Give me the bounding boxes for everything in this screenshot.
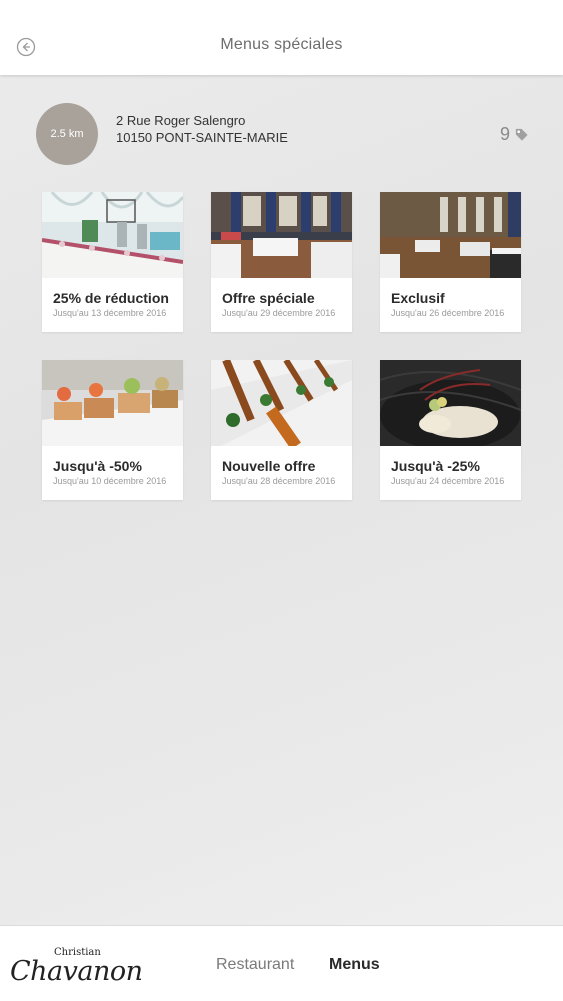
offer-card-2[interactable]: Offre spéciale Jusqu'au 29 décembre 2016	[211, 192, 352, 332]
offer-title: Jusqu'à -50%	[53, 458, 142, 474]
offers-count-value: 9	[499, 124, 510, 144]
shrimp-appetizer-photo	[42, 360, 183, 446]
canape-plate-photo	[211, 360, 352, 446]
offer-date: Jusqu'au 13 décembre 2016	[53, 308, 167, 318]
offer-title: Offre spéciale	[222, 290, 315, 306]
offer-card-3[interactable]: Exclusif Jusqu'au 26 décembre 2016	[380, 192, 521, 332]
offer-card-6[interactable]: Jusqu'à -25% Jusqu'au 24 décembre 2016	[380, 360, 521, 500]
bottom-nav-bar: Christian Chavanon Restaurant Menus	[0, 925, 563, 1001]
reception-hall-photo	[211, 192, 352, 278]
top-bar: Menus spéciales	[0, 0, 563, 75]
address-city: 10150 PONT-SAINTE-MARIE	[116, 130, 288, 145]
banquet-table-photo	[42, 192, 183, 278]
offer-title: Exclusif	[391, 290, 445, 306]
offers-count[interactable]: 9	[500, 124, 529, 145]
offer-title: Jusqu'à -25%	[391, 458, 480, 474]
page-title: Menus spéciales	[220, 36, 343, 53]
distance-badge: 2.5 km	[36, 103, 98, 165]
offer-card-1[interactable]: 25% de réduction Jusqu'au 13 décembre 20…	[42, 192, 183, 332]
offer-title: Nouvelle offre	[222, 458, 316, 474]
offer-date: Jusqu'au 24 décembre 2016	[391, 476, 505, 486]
tag-icon	[515, 128, 528, 141]
tab-menus[interactable]: Menus	[329, 956, 380, 974]
restaurant-address: 2 Rue Roger Salengro 10150 PONT-SAINTE-M…	[116, 112, 288, 146]
offer-title: 25% de réduction	[53, 290, 169, 306]
offer-date: Jusqu'au 10 décembre 2016	[53, 476, 167, 486]
ballroom-photo	[380, 192, 521, 278]
offer-date: Jusqu'au 26 décembre 2016	[391, 308, 505, 318]
offer-card-4[interactable]: Jusqu'à -50% Jusqu'au 10 décembre 2016	[42, 360, 183, 500]
offer-date: Jusqu'au 29 décembre 2016	[222, 308, 336, 318]
brand-logo[interactable]: Christian Chavanon	[8, 944, 158, 994]
address-street: 2 Rue Roger Salengro	[116, 113, 246, 128]
logo-last-name: Chavanon	[10, 956, 143, 987]
fish-dish-photo	[380, 360, 521, 446]
tab-restaurant[interactable]: Restaurant	[216, 956, 294, 974]
offer-card-5[interactable]: Nouvelle offre Jusqu'au 28 décembre 2016	[211, 360, 352, 500]
offer-date: Jusqu'au 28 décembre 2016	[222, 476, 336, 486]
